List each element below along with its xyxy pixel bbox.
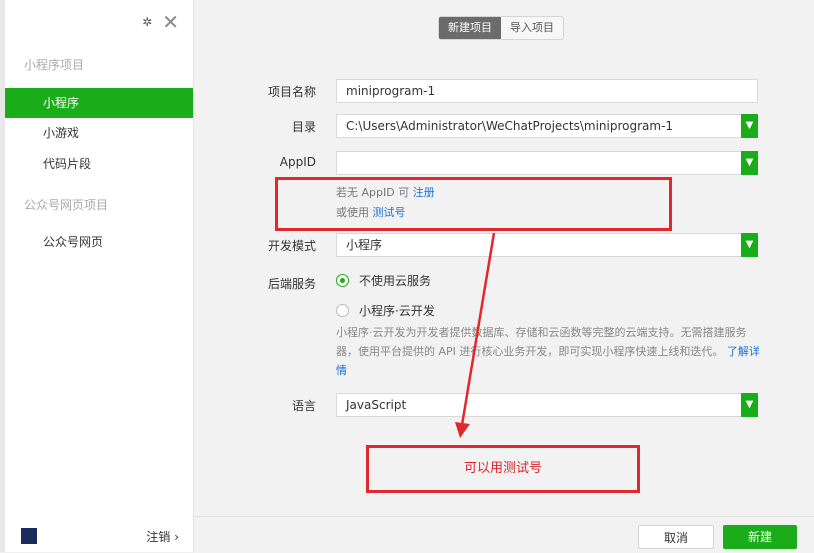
cancel-button[interactable]: 取消: [638, 525, 714, 549]
project-name-label: 项目名称: [267, 85, 316, 99]
directory-value: C:\Users\Administrator\WeChatProjects\mi…: [346, 119, 674, 133]
dev-mode-select[interactable]: 小程序 ▼: [336, 233, 758, 257]
close-icon[interactable]: ✕: [162, 12, 179, 32]
backend-option-cloud-label: 小程序·云开发: [359, 304, 435, 318]
create-button[interactable]: 新建: [723, 525, 797, 549]
sidebar-item-minigame[interactable]: 小游戏: [5, 118, 193, 148]
backend-option-none[interactable]: 不使用云服务: [336, 272, 431, 289]
appid-select[interactable]: ▼: [336, 151, 758, 175]
cloud-description-text: 小程序·云开发为开发者提供数据库、存储和云函数等完整的云端支持。无需搭建服务器，…: [336, 326, 747, 358]
radio-unchecked-icon[interactable]: [336, 304, 349, 317]
chevron-down-icon[interactable]: ▼: [741, 151, 758, 175]
chevron-down-icon[interactable]: ▼: [741, 114, 758, 138]
backend-option-cloud[interactable]: 小程序·云开发: [336, 302, 435, 319]
radio-checked-icon[interactable]: [336, 274, 349, 287]
tab-new-project[interactable]: 新建项目: [439, 17, 501, 39]
sidebar-item-code-snippet[interactable]: 代码片段: [5, 149, 193, 179]
settings-icon[interactable]: ✲: [142, 15, 152, 29]
section-title-webpage: 公众号网页项目: [24, 198, 109, 212]
dev-mode-label: 开发模式: [267, 239, 316, 253]
backend-label: 后端服务: [267, 277, 316, 291]
annotation-box-appid-hint: [275, 177, 672, 231]
backend-option-none-label: 不使用云服务: [359, 274, 432, 288]
section-title-miniprogram: 小程序项目: [24, 58, 85, 72]
language-select[interactable]: JavaScript ▼: [336, 393, 758, 417]
footer-bar: [194, 516, 814, 553]
chevron-down-icon[interactable]: ▼: [741, 393, 758, 417]
dev-mode-value: 小程序: [346, 238, 383, 252]
sidebar-item-webpage[interactable]: 公众号网页: [5, 227, 193, 257]
directory-select[interactable]: C:\Users\Administrator\WeChatProjects\mi…: [336, 114, 758, 138]
sidebar: ✲ ✕ 小程序项目 小程序 小游戏 代码片段 公众号网页项目 公众号网页 注销 …: [5, 0, 194, 552]
appid-label: AppID: [279, 155, 316, 169]
logout-button[interactable]: 注销 ›: [146, 528, 179, 545]
project-name-input[interactable]: miniprogram-1: [336, 79, 758, 103]
sidebar-toolbar: ✲ ✕: [142, 12, 179, 32]
avatar[interactable]: [21, 528, 37, 544]
annotation-text: 可以用测试号: [463, 461, 542, 476]
directory-label: 目录: [291, 120, 316, 134]
language-label: 语言: [291, 399, 316, 413]
sidebar-item-miniprogram[interactable]: 小程序: [5, 88, 193, 118]
cloud-description: 小程序·云开发为开发者提供数据库、存储和云函数等完整的云端支持。无需搭建服务器，…: [336, 323, 760, 380]
project-tabs: 新建项目 导入项目: [438, 16, 564, 40]
chevron-down-icon[interactable]: ▼: [741, 233, 758, 257]
language-value: JavaScript: [346, 398, 407, 412]
tab-import-project[interactable]: 导入项目: [501, 17, 563, 39]
